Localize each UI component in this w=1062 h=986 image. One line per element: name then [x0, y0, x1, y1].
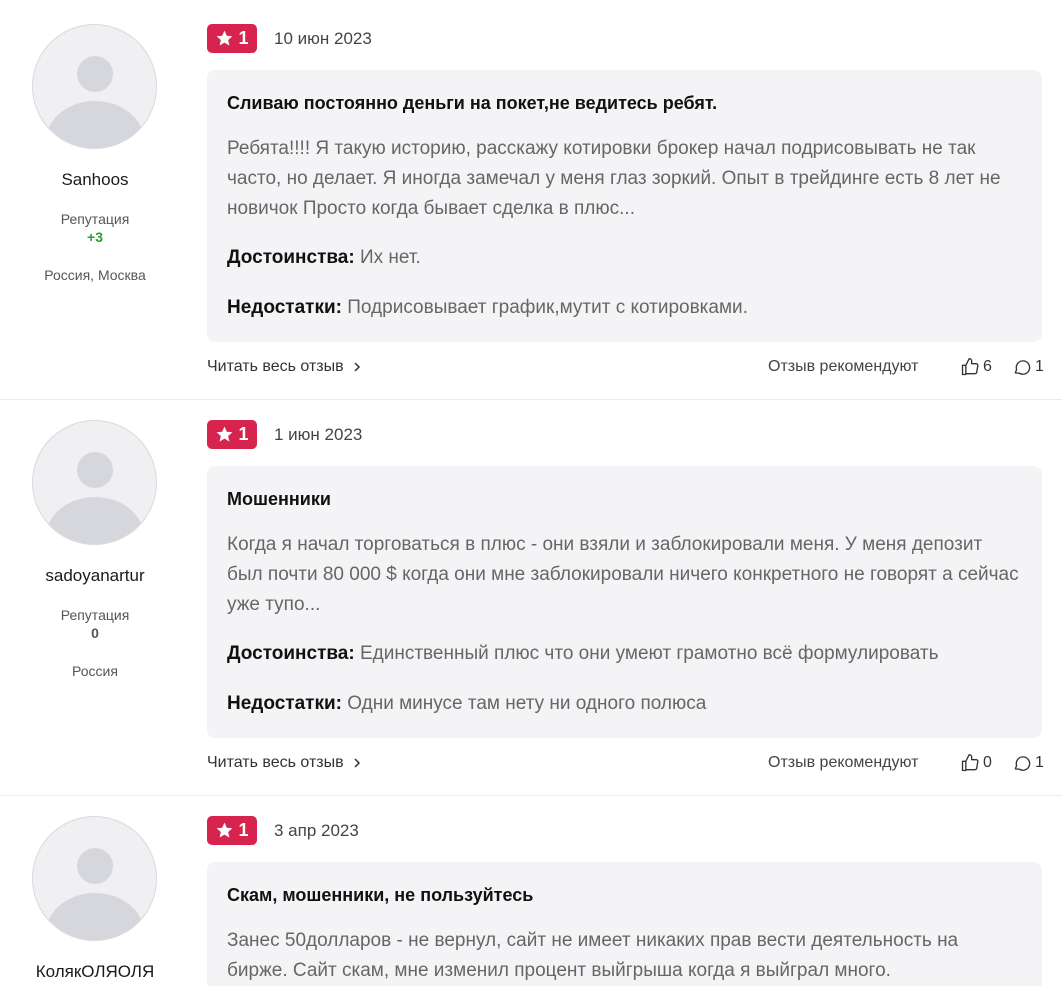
user-location: Россия [72, 663, 118, 679]
review-pros: Достоинства: Единственный плюс что они у… [227, 643, 938, 665]
review-text: Ребята!!!! Я такую историю, расскажу кот… [227, 138, 1001, 219]
reputation-label: Репутация [60, 211, 130, 227]
chevron-right-icon [354, 758, 360, 768]
read-more-link[interactable]: Читать весь отзыв [207, 358, 362, 376]
cons-label: Недостатки: [227, 297, 342, 318]
star-icon [217, 822, 233, 838]
comment-count: 1 [1035, 358, 1044, 375]
user-avatar[interactable] [32, 420, 157, 545]
thumbs-up-icon [961, 358, 979, 376]
review-date: 10 июн 2023 [274, 29, 372, 48]
review-text: Занес 50долларов - не вернул, сайт не им… [227, 930, 959, 981]
like-button[interactable]: 0 [960, 753, 992, 773]
user-location: Россия, Москва [44, 267, 146, 283]
review-card: sadoyanartur Репутация 0 Россия 1 1 июн … [0, 396, 1062, 792]
comment-count: 1 [1035, 754, 1044, 771]
read-more-label: Читать весь отзыв [207, 358, 344, 375]
pros-text: Их нет. [354, 247, 421, 268]
reputation-value: +3 [87, 229, 103, 245]
user-avatar[interactable] [32, 24, 157, 149]
rating-value: 1 [238, 424, 249, 444]
review-card: Sanhoos Репутация +3 Россия, Москва 1 10… [0, 0, 1062, 396]
user-name[interactable]: sadoyanartur [0, 566, 190, 586]
review-title[interactable]: Мошенники [227, 489, 331, 510]
cons-text: Подрисовывает график,мутит с котировками… [341, 297, 748, 318]
review-cons: Недостатки: Одни минусе там нету ни одно… [227, 693, 706, 715]
review-body: Скам, мошенники, не пользуйтесь Занес 50… [207, 862, 1042, 986]
read-more-label: Читать весь отзыв [207, 754, 344, 771]
like-count: 0 [983, 754, 992, 771]
pros-label: Достоинства: [227, 247, 355, 268]
like-count: 6 [983, 358, 992, 375]
reputation-label: Репутация [60, 607, 130, 623]
rating-badge: 1 [207, 24, 257, 53]
review-title[interactable]: Скам, мошенники, не пользуйтесь [227, 885, 533, 906]
user-avatar[interactable] [32, 816, 157, 941]
thumbs-up-icon [961, 754, 979, 772]
review-date: 3 апр 2023 [274, 821, 359, 840]
rating-badge: 1 [207, 816, 257, 845]
cons-label: Недостатки: [227, 693, 342, 714]
star-icon [217, 426, 233, 442]
comment-button[interactable]: 1 [1012, 357, 1044, 377]
review-date: 1 июн 2023 [274, 425, 363, 444]
comment-icon [1014, 756, 1031, 771]
pros-label: Достоинства: [227, 643, 355, 664]
pros-text: Единственный плюс что они умеют грамотно… [354, 643, 939, 664]
rating-value: 1 [238, 28, 249, 48]
review-text: Когда я начал торговаться в плюс - они в… [227, 534, 1019, 615]
rating-badge: 1 [207, 420, 257, 449]
reputation-value: 0 [91, 625, 99, 641]
review-body: Сливаю постоянно деньги на покет,не веди… [207, 70, 1042, 342]
recommend-label: Отзыв рекомендуют [768, 358, 919, 375]
like-button[interactable]: 6 [960, 357, 992, 377]
user-name[interactable]: КолякОЛЯОЛЯ [0, 962, 190, 982]
review-title[interactable]: Сливаю постоянно деньги на покет,не веди… [227, 93, 717, 114]
review-card: КолякОЛЯОЛЯ 1 3 апр 2023 Скам, мошенники… [0, 792, 1062, 986]
chevron-right-icon [354, 362, 360, 372]
read-more-link[interactable]: Читать весь отзыв [207, 754, 362, 772]
rating-value: 1 [238, 820, 249, 840]
star-icon [217, 30, 233, 46]
comment-icon [1014, 360, 1031, 375]
user-name[interactable]: Sanhoos [0, 170, 190, 190]
recommend-label: Отзыв рекомендуют [768, 754, 919, 771]
review-pros: Достоинства: Их нет. [227, 247, 421, 269]
review-cons: Недостатки: Подрисовывает график,мутит с… [227, 297, 748, 319]
comment-button[interactable]: 1 [1012, 753, 1044, 773]
review-body: Мошенники Когда я начал торговаться в пл… [207, 466, 1042, 738]
cons-text: Одни минусе там нету ни одного полюса [341, 693, 707, 714]
